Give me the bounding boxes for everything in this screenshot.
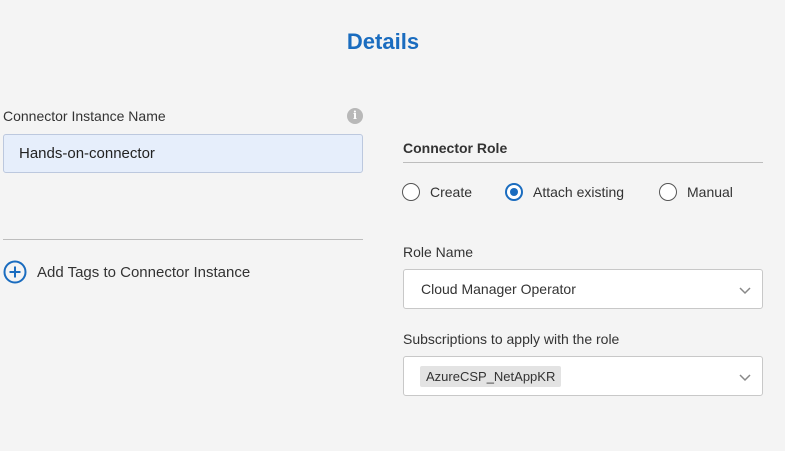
add-tags-label: Add Tags to Connector Instance: [37, 263, 251, 281]
radio-attach-existing-label: Attach existing: [533, 184, 625, 200]
role-name-select[interactable]: Cloud Manager Operator: [403, 269, 763, 309]
role-name-value: Cloud Manager Operator: [421, 281, 576, 297]
info-icon[interactable]: i: [347, 108, 363, 124]
left-divider: [3, 239, 363, 240]
role-name-label: Role Name: [403, 244, 474, 260]
add-tags-button[interactable]: Add Tags to Connector Instance: [3, 260, 250, 284]
connector-role-heading: Connector Role: [403, 140, 508, 156]
radio-attach-existing-circle[interactable]: [505, 183, 523, 201]
instance-name-label: Connector Instance Name: [3, 108, 166, 124]
chevron-down-icon[interactable]: [738, 370, 752, 384]
radio-create-circle[interactable]: [402, 183, 420, 201]
radio-create[interactable]: Create: [402, 182, 472, 202]
subscriptions-label: Subscriptions to apply with the role: [403, 331, 620, 347]
subscriptions-select[interactable]: AzureCSP_NetAppKR: [403, 356, 763, 396]
radio-create-label: Create: [430, 184, 473, 200]
plus-circle-icon: [3, 260, 27, 284]
instance-name-input[interactable]: [3, 134, 363, 173]
role-divider: [403, 162, 763, 163]
radio-manual-label: Manual: [687, 184, 733, 200]
subscription-chip: AzureCSP_NetAppKR: [420, 365, 562, 387]
radio-manual[interactable]: Manual: [659, 182, 733, 202]
page-title: Details: [346, 29, 420, 54]
radio-attach-existing[interactable]: Attach existing: [505, 182, 624, 202]
radio-manual-circle[interactable]: [659, 183, 677, 201]
chevron-down-icon[interactable]: [738, 283, 752, 297]
